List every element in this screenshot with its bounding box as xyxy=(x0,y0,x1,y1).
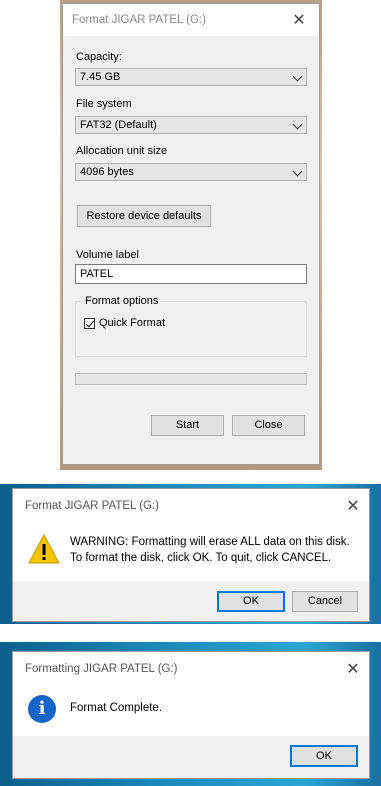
dialog-title: Format JIGAR PATEL (G:) xyxy=(72,14,206,26)
capacity-label: Capacity: xyxy=(76,51,122,63)
quick-format-label: Quick Format xyxy=(99,317,166,329)
chevron-down-icon xyxy=(292,71,303,82)
volume-label-caption: Volume label xyxy=(76,249,139,261)
warning-message-line2: To format the disk, click OK. To quit, c… xyxy=(70,552,332,564)
quick-format-checkbox[interactable] xyxy=(84,318,95,329)
start-button[interactable]: Start xyxy=(151,415,224,436)
complete-message: Format Complete. xyxy=(70,702,163,714)
close-icon[interactable]: ✕ xyxy=(345,499,361,515)
dialog-footer: OK Cancel xyxy=(13,581,369,621)
filesystem-label: File system xyxy=(76,98,132,110)
allocation-label: Allocation unit size xyxy=(76,145,168,157)
info-icon: i xyxy=(28,695,56,723)
capacity-value: 7.45 GB xyxy=(80,71,121,83)
dialog-title: Formatting JIGAR PATEL (G:) xyxy=(25,663,178,675)
capacity-dropdown[interactable]: 7.45 GB xyxy=(75,68,307,86)
dialog-title: Format JIGAR PATEL (G:) xyxy=(25,500,159,512)
filesystem-value: FAT32 (Default) xyxy=(80,119,157,131)
title-bar: Format JIGAR PATEL (G:) ✕ xyxy=(63,4,319,36)
dialog-footer: OK xyxy=(13,736,369,778)
close-icon[interactable]: ✕ xyxy=(345,662,361,678)
allocation-dropdown[interactable]: 4096 bytes xyxy=(75,163,307,181)
warning-icon xyxy=(28,533,60,564)
check-icon xyxy=(85,318,95,328)
filesystem-dropdown[interactable]: FAT32 (Default) xyxy=(75,116,307,134)
close-button[interactable]: Close xyxy=(232,415,305,436)
warning-dialog: Format JIGAR PATEL (G:) ✕ WARNING: Forma… xyxy=(12,488,370,622)
volume-label-input[interactable]: PATEL xyxy=(75,264,307,284)
format-dialog: Format JIGAR PATEL (G:) ✕ Capacity: 7.45… xyxy=(62,3,320,465)
format-options-group xyxy=(75,301,307,357)
format-options-label: Format options xyxy=(83,295,161,307)
format-progress-bar xyxy=(75,373,307,385)
chevron-down-icon xyxy=(292,166,303,177)
format-complete-dialog: Formatting JIGAR PATEL (G:) ✕ i Format C… xyxy=(12,651,370,779)
warning-message-line1: WARNING: Formatting will erase ALL data … xyxy=(70,536,350,548)
chevron-down-icon xyxy=(292,119,303,130)
close-icon[interactable]: ✕ xyxy=(291,13,307,29)
cancel-button[interactable]: Cancel xyxy=(292,591,358,612)
volume-label-value: PATEL xyxy=(80,268,114,280)
restore-defaults-button[interactable]: Restore device defaults xyxy=(77,205,211,227)
ok-button[interactable]: OK xyxy=(217,591,285,612)
allocation-value: 4096 bytes xyxy=(80,166,134,178)
ok-button[interactable]: OK xyxy=(290,745,358,767)
